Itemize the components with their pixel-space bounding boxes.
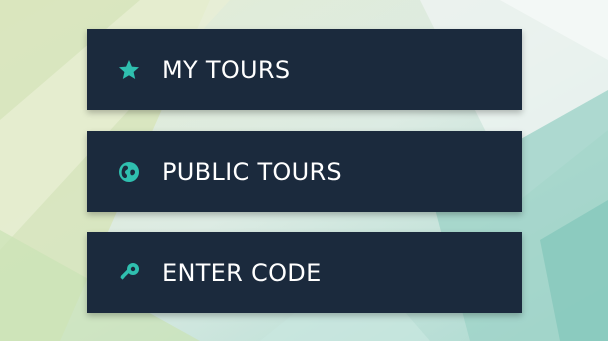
globe-icon [117,160,141,184]
my-tours-label: MY TOURS [162,55,291,84]
key-icon [117,261,141,285]
public-tours-label: PUBLIC TOURS [162,157,342,186]
enter-code-label: ENTER CODE [162,258,322,287]
public-tours-button[interactable]: PUBLIC TOURS [87,131,522,212]
my-tours-button[interactable]: MY TOURS [87,29,522,110]
star-icon [117,58,141,82]
enter-code-button[interactable]: ENTER CODE [87,232,522,313]
